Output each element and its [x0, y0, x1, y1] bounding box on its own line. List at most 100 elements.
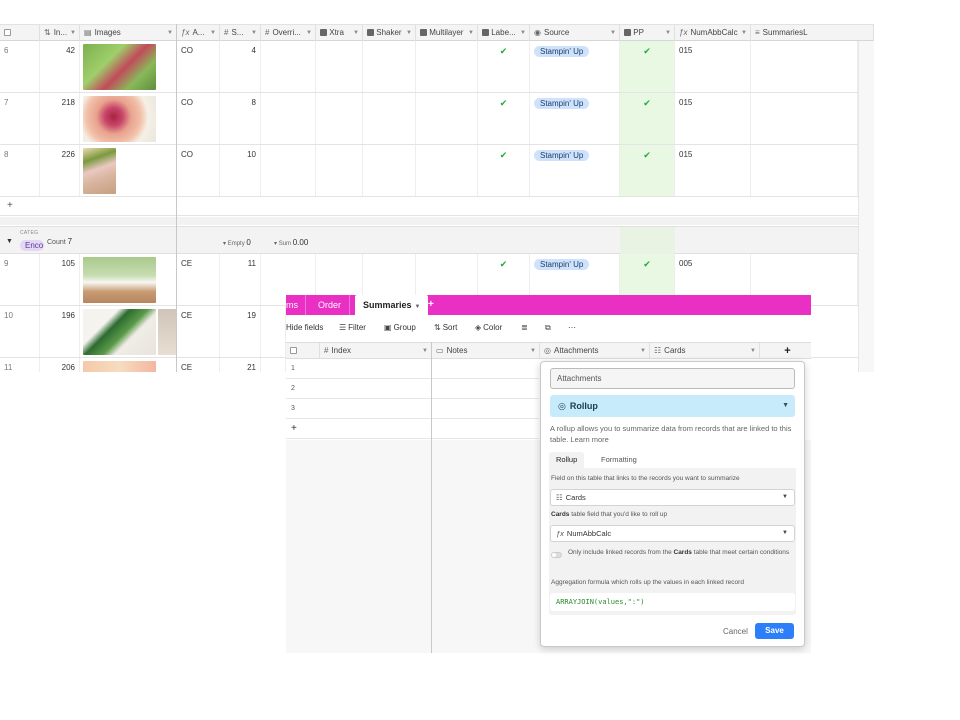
header-select-all[interactable]	[0, 25, 40, 41]
cell-s[interactable]: 8	[220, 93, 261, 144]
group-header[interactable]: ▼ CATEG Enco Count 7 ▾ Empty 0 ▾ Sum 0.0…	[0, 226, 858, 254]
table-row[interactable]: 2	[286, 380, 539, 399]
header-a[interactable]: ƒx A... ▼	[177, 25, 220, 41]
sort-button[interactable]: ⇅ Sort	[434, 323, 457, 332]
table-row[interactable]: 7 218 CO 8 ✔ Stampin' Up ✔ 015	[0, 93, 858, 145]
card-thumbnail[interactable]	[83, 257, 156, 303]
cell-pp[interactable]: ✔	[620, 41, 675, 92]
cell-label[interactable]: ✔	[478, 41, 530, 92]
frozen-column-divider[interactable]	[176, 24, 177, 372]
cell-summaries[interactable]	[751, 145, 858, 196]
cell-s[interactable]: 19	[220, 306, 261, 357]
card-thumbnail[interactable]	[83, 309, 156, 355]
cell-a[interactable]: CO	[177, 93, 220, 144]
select-all-checkbox[interactable]	[290, 347, 297, 355]
group-sum-summary[interactable]: ▾ Sum 0.00	[274, 238, 308, 247]
table-row[interactable]: 1	[286, 360, 539, 379]
cell-images[interactable]	[80, 254, 177, 305]
rollup-field-select[interactable]: ƒx NumAbbCalc ▼	[550, 525, 795, 542]
add-field-button[interactable]: +	[760, 343, 811, 359]
cell-a[interactable]: CE	[177, 306, 220, 357]
filter-button[interactable]: ☰ Filter	[339, 323, 366, 332]
cell-multilayer[interactable]	[416, 93, 478, 144]
group-empty-summary[interactable]: ▾ Empty 0	[223, 238, 251, 247]
cell-a[interactable]: CO	[177, 145, 220, 196]
header-cards[interactable]: ☷ Cards ▼	[650, 343, 760, 359]
cell-index[interactable]: 218	[40, 93, 80, 144]
cell-override[interactable]	[261, 145, 316, 196]
cell-a[interactable]: CE	[177, 358, 220, 372]
chevron-down-icon[interactable]: ▼	[530, 343, 536, 359]
tab-order[interactable]: Order	[310, 295, 351, 315]
add-record-button[interactable]: +	[286, 420, 539, 439]
cell-source[interactable]: Stampin' Up	[530, 145, 620, 196]
cell-index[interactable]: 226	[40, 145, 80, 196]
header-source[interactable]: ◉ Source ▼	[530, 25, 620, 41]
cell-summaries[interactable]	[751, 93, 858, 144]
cell-index[interactable]: 105	[40, 254, 80, 305]
hide-fields-button[interactable]: Hide fields	[286, 323, 323, 332]
chevron-down-icon[interactable]: ▼	[167, 25, 173, 41]
table-row[interactable]: 6 42 CO 4 ✔ Stampin' Up ✔ 015	[0, 41, 858, 93]
cell-images[interactable]	[80, 41, 177, 92]
field-name-input[interactable]: Attachments	[550, 368, 795, 389]
header-summaries[interactable]: ≡ SummariesL	[751, 25, 874, 41]
cell-numabbcalc[interactable]: 015	[675, 145, 751, 196]
cell-override[interactable]	[261, 41, 316, 92]
header-attachments[interactable]: ◎ Attachments ▼	[540, 343, 650, 359]
cell-a[interactable]: CE	[177, 254, 220, 305]
tab-items[interactable]: ms	[286, 295, 306, 315]
table-row[interactable]: 3	[286, 400, 539, 419]
chevron-down-icon[interactable]: ▼	[750, 343, 756, 359]
cell-images[interactable]	[80, 145, 177, 196]
card-thumbnail[interactable]	[83, 361, 156, 372]
cell-index[interactable]: 206	[40, 358, 80, 372]
cell-override[interactable]	[261, 358, 286, 372]
header-images[interactable]: ▤ Images ▼	[80, 25, 177, 41]
add-record-button[interactable]: +	[0, 197, 858, 216]
header-index[interactable]: # Index ▼	[320, 343, 432, 359]
tab-summaries[interactable]: Summaries ▼	[355, 295, 429, 316]
field-type-select[interactable]: ◎ Rollup ▼	[550, 395, 795, 417]
cell-pp[interactable]: ✔	[620, 93, 675, 144]
cell-numabbcalc[interactable]: 015	[675, 93, 751, 144]
chevron-down-icon[interactable]: ▼	[70, 25, 76, 41]
cell-summaries[interactable]	[751, 41, 858, 92]
cell-override[interactable]	[261, 93, 316, 144]
cell-multilayer[interactable]	[416, 41, 478, 92]
chevron-down-icon[interactable]: ▼	[520, 25, 526, 41]
cell-override[interactable]	[261, 306, 286, 357]
collapse-triangle-icon[interactable]: ▼	[6, 238, 13, 245]
card-thumbnail[interactable]	[83, 148, 116, 194]
header-shaker[interactable]: Shaker ▼	[363, 25, 416, 41]
tab-formatting[interactable]: Formatting	[594, 452, 644, 468]
cell-label[interactable]: ✔	[478, 93, 530, 144]
cell-xtra[interactable]	[316, 145, 363, 196]
header-select-all[interactable]	[286, 343, 320, 359]
group-button[interactable]: ▣ Group	[384, 323, 416, 332]
table-row[interactable]: 8 226 CO 10 ✔ Stampin' Up ✔ 015	[0, 145, 858, 197]
cell-index[interactable]: 42	[40, 41, 80, 92]
conditions-toggle[interactable]	[551, 552, 562, 558]
chevron-down-icon[interactable]: ▼	[406, 25, 412, 41]
cell-s[interactable]: 11	[220, 254, 261, 305]
cell-images[interactable]	[80, 358, 177, 372]
cell-xtra[interactable]	[316, 41, 363, 92]
header-override[interactable]: # Overri... ▼	[261, 25, 316, 41]
cell-images[interactable]	[80, 93, 177, 144]
cell-pp[interactable]: ✔	[620, 145, 675, 196]
chevron-down-icon[interactable]: ▼	[251, 25, 257, 41]
cell-label[interactable]: ✔	[478, 145, 530, 196]
tab-rollup[interactable]: Rollup	[549, 452, 585, 468]
header-multilayer[interactable]: Multilayer ▼	[416, 25, 478, 41]
cell-shaker[interactable]	[363, 41, 416, 92]
header-pp[interactable]: PP ▼	[620, 25, 675, 41]
cell-images[interactable]	[80, 306, 177, 357]
card-thumbnail[interactable]	[83, 44, 156, 90]
chevron-down-icon[interactable]: ▼	[610, 25, 616, 41]
card-thumbnail[interactable]	[83, 96, 156, 142]
more-options-button[interactable]: ⋯	[568, 323, 578, 332]
chevron-down-icon[interactable]: ▼	[415, 304, 421, 310]
chevron-down-icon[interactable]: ▼	[468, 25, 474, 41]
header-index[interactable]: ⇅ In... ▼	[40, 25, 80, 41]
